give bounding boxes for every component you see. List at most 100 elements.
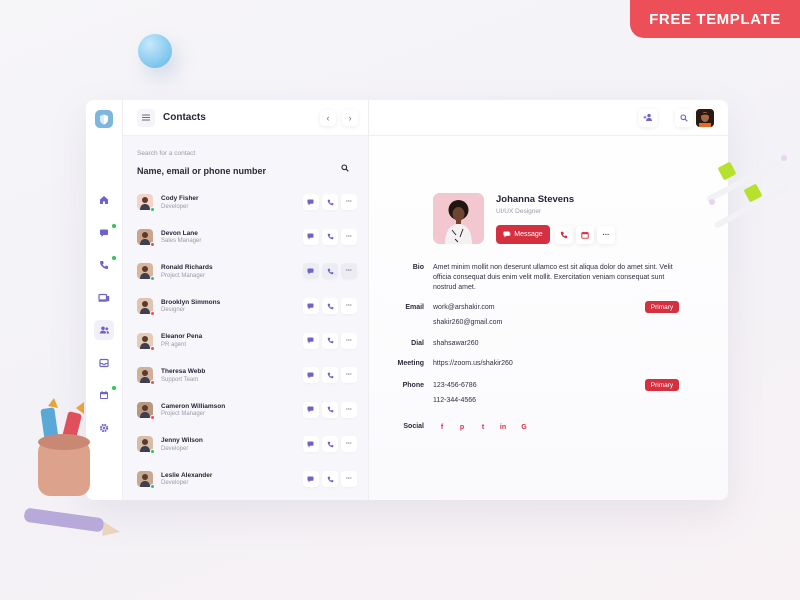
search-icon [680,113,688,122]
contact-row[interactable]: Ronald Richards Project Manager ··· [137,254,357,289]
phone-icon [327,268,333,275]
contact-role: Project Manager [161,411,206,418]
call-contact-button[interactable] [322,367,338,384]
more-options-button[interactable]: ··· [341,436,357,453]
call-contact-button[interactable] [322,471,338,488]
message-contact-button[interactable] [303,436,319,453]
message-contact-button[interactable] [303,367,319,384]
more-options-button[interactable]: ··· [341,471,357,488]
contact-list: Cody Fisher Developer ··· Devon Lane Sales M… [137,185,357,496]
avatar [137,228,155,247]
more-options-button[interactable]: ··· [341,194,357,211]
email-primary[interactable]: work@arshakir.com [433,303,495,313]
more-options-button[interactable]: ··· [341,367,357,384]
message-contact-button[interactable] [303,298,319,315]
more-options-button[interactable]: ··· [341,401,357,418]
bio-label: Bio [412,264,424,271]
profile-role: UI/UX Designer [496,208,542,215]
call-contact-button[interactable] [322,401,338,418]
message-contact-button[interactable] [303,263,319,280]
linkedin-icon[interactable]: in [496,420,510,434]
notification-dot [112,223,116,228]
status-dot [150,449,155,455]
meeting-link[interactable]: https://zoom.us/shakir260 [433,359,513,369]
menu-button[interactable] [137,108,155,127]
search-input[interactable] [137,166,327,176]
add-contact-button[interactable] [639,108,657,127]
contact-info: Cameron Williamson Project Manager [161,403,300,418]
message-contact-button[interactable] [303,194,319,211]
more-options-button[interactable]: ··· [341,228,357,245]
call-contact-button[interactable] [322,298,338,315]
contact-role: Support Team [161,376,199,383]
contact-info: Cody Fisher Developer [161,195,300,210]
more-options-button[interactable]: ··· [341,298,357,315]
contact-row[interactable]: Brooklyn Simmons Designer ··· [137,289,357,324]
more-button[interactable]: ··· [597,226,615,244]
contact-row[interactable]: Devon Lane Sales Manager ··· [137,220,357,255]
more-options-button[interactable]: ··· [341,263,357,280]
search-button[interactable] [675,108,693,127]
contact-row[interactable]: Cameron Williamson Project Manager ··· [137,393,357,428]
call-button[interactable] [555,226,573,244]
contact-row[interactable]: Jenny Wilson Developer ··· [137,427,357,462]
nav-phone[interactable] [94,255,116,275]
message-contact-button[interactable] [303,401,319,418]
message-button[interactable]: Message [496,225,550,244]
chat-icon [100,229,108,237]
contact-role: Designer [161,307,186,314]
prev-button[interactable]: ‹ [320,109,336,126]
more-icon: ··· [346,406,352,413]
email-secondary[interactable]: shakir260@gmail.com [433,318,502,328]
contact-name: Leslie Alexander [161,471,213,479]
call-contact-button[interactable] [322,436,338,453]
search-icon[interactable] [341,159,349,177]
contact-row[interactable]: Eleanor Pena PR agent ··· [137,323,357,358]
nav-home[interactable] [94,190,114,210]
contact-name: Ronald Richards [161,264,213,272]
contact-row[interactable]: Theresa Webb Support Team ··· [137,358,357,393]
nav-chat[interactable] [94,223,116,243]
notification-dot [112,386,116,390]
nav-devices[interactable] [94,288,114,308]
contact-role: PR agent [161,341,187,348]
calendar-button[interactable] [576,226,594,244]
contact-role: Developer [161,445,189,452]
google-icon[interactable]: G [517,420,531,434]
call-contact-button[interactable] [322,194,338,211]
message-contact-button[interactable] [303,332,319,349]
contacts-header: Contacts ‹ › [123,100,368,136]
message-contact-button[interactable] [303,471,319,488]
call-contact-button[interactable] [322,332,338,349]
contact-name: Jenny Wilson [161,437,203,445]
more-icon: ··· [346,199,352,206]
next-button[interactable]: › [342,109,358,126]
status-dot [150,345,155,351]
avatar [137,401,155,420]
nav-contacts[interactable] [94,320,114,340]
chat-icon [307,337,314,344]
phone-secondary[interactable]: 112-344-4566 [433,396,476,406]
call-contact-button[interactable] [322,228,338,245]
dial-value[interactable]: shahsawar260 [433,339,479,349]
dial-label: Dial [411,340,424,347]
shield-icon[interactable] [95,110,113,128]
call-contact-button[interactable] [322,263,338,280]
detail-header [369,100,728,136]
user-avatar[interactable] [696,108,714,127]
contact-role: Developer [161,203,189,210]
contact-row[interactable]: Leslie Alexander Developer ··· [137,462,357,497]
contact-info: Ronald Richards Project Manager [161,264,300,279]
menu-icon [142,114,150,121]
nav-inbox[interactable] [94,353,114,373]
more-icon: ··· [346,337,352,344]
message-contact-button[interactable] [303,228,319,245]
contact-row[interactable]: Cody Fisher Developer ··· [137,185,357,220]
more-options-button[interactable]: ··· [341,332,357,349]
twitter-icon[interactable]: t [476,420,490,434]
pinterest-icon[interactable]: p [455,420,469,434]
phone-primary[interactable]: 123-456-6786 [433,381,477,391]
phone-icon [327,407,333,413]
avatar [137,471,155,490]
facebook-icon[interactable]: f [435,420,449,434]
